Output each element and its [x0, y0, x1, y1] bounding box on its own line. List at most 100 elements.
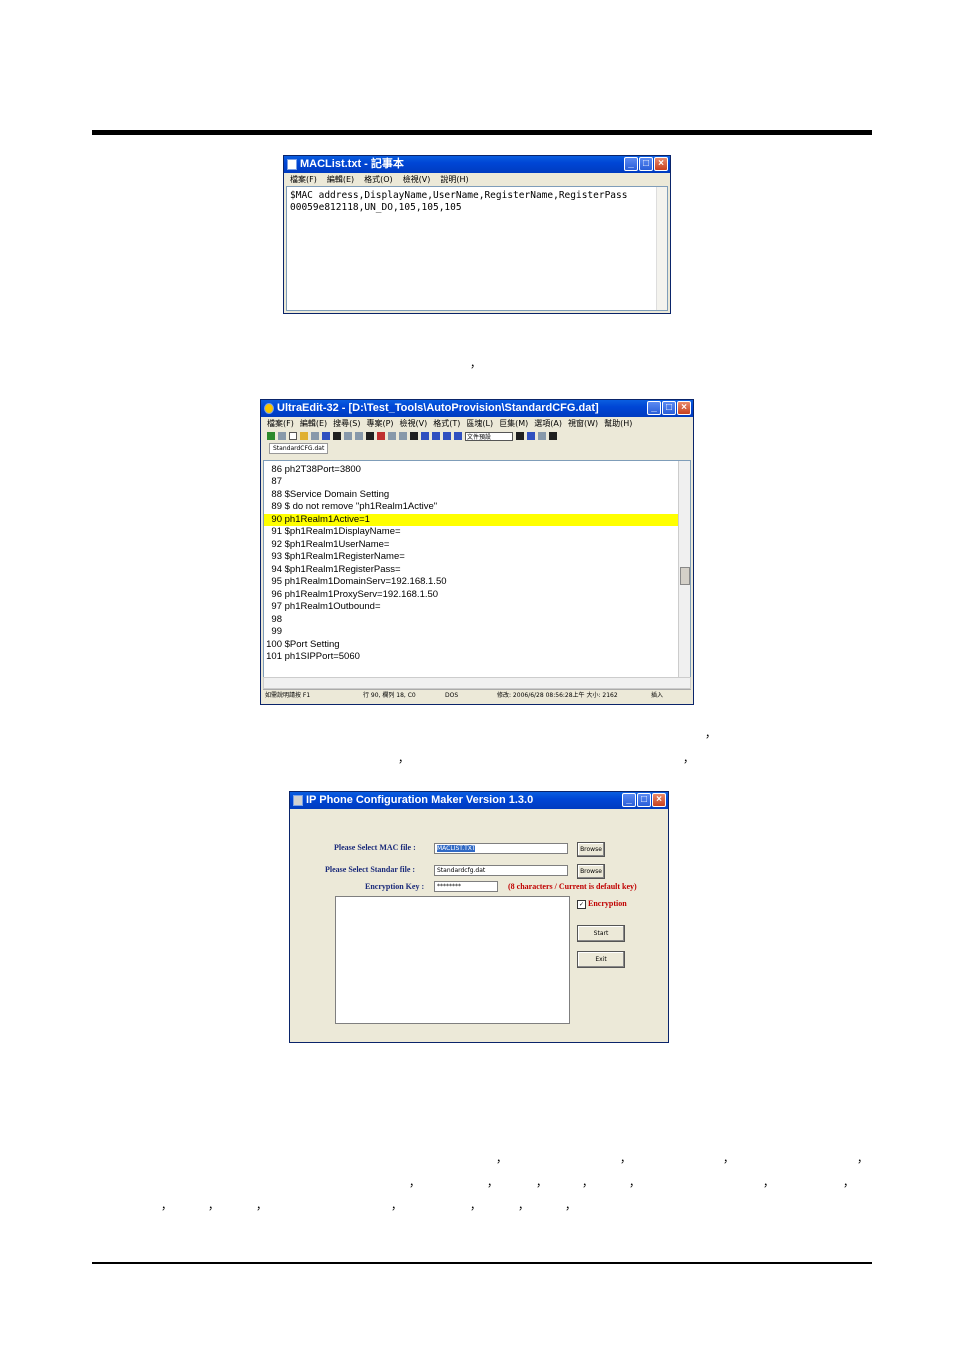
maximize-icon[interactable]: □	[637, 793, 651, 807]
close-icon[interactable]: ×	[677, 401, 691, 415]
text-comma: ，	[763, 1176, 774, 1189]
line-number: 90	[271, 514, 282, 525]
line-number: 95	[271, 576, 282, 587]
open-folder-icon[interactable]	[300, 432, 308, 440]
text-comma: ，	[161, 1199, 172, 1212]
spell-check-icon[interactable]	[355, 432, 363, 440]
back-arrow-icon[interactable]	[267, 432, 275, 440]
line-text: ph1Realm1ProxyServ=192.168.1.50	[284, 589, 439, 600]
print-icon[interactable]	[333, 432, 341, 440]
line-number: 91	[271, 526, 282, 537]
menu-project[interactable]: 專案(P)	[366, 417, 393, 430]
text-comma: ，	[857, 1152, 868, 1165]
browse-mac-button[interactable]: Browse	[577, 842, 605, 857]
ultraedit-window: UltraEdit-32 - [D:\Test_Tools\AutoProvis…	[260, 399, 694, 705]
text-comma: ，	[582, 1176, 593, 1189]
standard-file-input[interactable]: Standardcfg.dat	[434, 865, 568, 876]
ip-config-maker-window: IP Phone Configuration Maker Version 1.3…	[289, 791, 669, 1043]
align-right-icon[interactable]	[443, 432, 451, 440]
scrollbar-thumb[interactable]	[680, 567, 690, 585]
close-icon[interactable]: ×	[652, 793, 666, 807]
copy-icon[interactable]	[399, 432, 407, 440]
text-comma: ，	[496, 1152, 507, 1165]
file-tab[interactable]: StandardCFG.dat	[269, 443, 329, 454]
encoding-select[interactable]: 文件預設	[465, 431, 513, 441]
vertical-scrollbar[interactable]	[678, 461, 690, 677]
browse-standard-button[interactable]: Browse	[577, 864, 605, 879]
menu-file[interactable]: 檔案(F)	[290, 173, 317, 186]
find-icon[interactable]	[516, 432, 524, 440]
save-icon[interactable]	[322, 432, 330, 440]
mac-file-input[interactable]: MACLIST.TXT	[434, 843, 568, 854]
text-comma: ，	[256, 1199, 267, 1212]
maximize-icon[interactable]: □	[639, 157, 653, 171]
mac-file-label: Please Select MAC file :	[334, 843, 416, 852]
text-comma: ，	[398, 752, 409, 765]
menu-help[interactable]: 幫助(H)	[604, 417, 632, 430]
line-number: 99	[271, 626, 282, 637]
justify-icon[interactable]	[454, 432, 462, 440]
ultraedit-toolbar: 文件預設	[261, 430, 693, 442]
output-log-area[interactable]	[335, 896, 570, 1024]
find-next-icon[interactable]	[527, 432, 535, 440]
menu-format[interactable]: 格式(T)	[433, 417, 460, 430]
menu-view[interactable]: 檢視(V)	[403, 173, 431, 186]
status-modified: 修改: 2006/6/28 08:56:28上午 大小: 2162	[497, 692, 618, 699]
cut-icon[interactable]	[388, 432, 396, 440]
minimize-icon[interactable]: _	[647, 401, 661, 415]
notepad-titlebar[interactable]: MACList.txt - 記事本 _ □ ×	[284, 156, 670, 173]
menu-format[interactable]: 格式(O)	[364, 173, 393, 186]
ultraedit-icon	[264, 403, 274, 414]
text-comma: ，	[391, 1199, 402, 1212]
forward-arrow-icon[interactable]	[278, 432, 286, 440]
line-number: 96	[271, 589, 282, 600]
menu-window[interactable]: 視窗(W)	[568, 417, 598, 430]
ip-config-titlebar[interactable]: IP Phone Configuration Maker Version 1.3…	[290, 792, 668, 809]
print-preview-icon[interactable]	[344, 432, 352, 440]
notepad-scrollbar[interactable]	[656, 187, 667, 310]
browser-view-icon[interactable]	[549, 432, 557, 440]
maximize-icon[interactable]: □	[662, 401, 676, 415]
minimize-icon[interactable]: _	[622, 793, 636, 807]
replace-icon[interactable]	[538, 432, 546, 440]
menu-search[interactable]: 搜尋(S)	[333, 417, 360, 430]
line-number: 89	[271, 501, 282, 512]
encryption-checkbox[interactable]: ✓	[577, 900, 586, 909]
ultraedit-editor[interactable]: 86 ph2T38Port=3800 87 88 $Service Domain…	[263, 460, 691, 678]
new-file-icon[interactable]	[289, 432, 297, 440]
ultraedit-title: UltraEdit-32 - [D:\Test_Tools\AutoProvis…	[277, 402, 599, 414]
close-file-icon[interactable]	[311, 432, 319, 440]
notepad-icon	[287, 159, 297, 170]
menu-macro[interactable]: 巨集(M)	[499, 417, 528, 430]
hex-mode-icon[interactable]	[366, 432, 374, 440]
text-comma: ，	[629, 1176, 640, 1189]
text-comma: ，	[470, 1199, 481, 1212]
align-center-icon[interactable]	[432, 432, 440, 440]
code-line: 88 $Service Domain Setting	[264, 489, 678, 501]
notepad-menubar: 檔案(F) 編輯(E) 格式(O) 檢視(V) 說明(H)	[284, 173, 670, 186]
code-line: 87	[264, 476, 678, 488]
code-line: 92 $ph1Realm1UserName=	[264, 539, 678, 551]
menu-block[interactable]: 區塊(L)	[466, 417, 493, 430]
paste-icon[interactable]	[410, 432, 418, 440]
menu-edit[interactable]: 編輯(E)	[327, 173, 354, 186]
menu-edit[interactable]: 編輯(E)	[300, 417, 327, 430]
menu-file[interactable]: 檔案(F)	[267, 417, 294, 430]
column-mode-icon[interactable]	[377, 432, 385, 440]
line-text: ph1Realm1DomainServ=192.168.1.50	[284, 576, 447, 587]
menu-view[interactable]: 檢視(V)	[400, 417, 428, 430]
exit-button[interactable]: Exit	[577, 951, 625, 968]
notepad-text-area[interactable]: $MAC address,DisplayName,UserName,Regist…	[286, 186, 668, 311]
encryption-key-input[interactable]: ********	[434, 881, 498, 892]
close-icon[interactable]: ×	[654, 157, 668, 171]
code-line: 98	[264, 614, 678, 626]
menu-options[interactable]: 選項(A)	[534, 417, 562, 430]
menu-help[interactable]: 說明(H)	[440, 173, 468, 186]
line-text: ph1Realm1Outbound=	[284, 601, 381, 612]
start-button[interactable]: Start	[577, 925, 625, 942]
ultraedit-titlebar[interactable]: UltraEdit-32 - [D:\Test_Tools\AutoProvis…	[261, 400, 693, 417]
mac-file-value: MACLIST.TXT	[437, 845, 476, 852]
align-left-icon[interactable]	[421, 432, 429, 440]
minimize-icon[interactable]: _	[624, 157, 638, 171]
horizontal-scrollbar[interactable]	[263, 677, 691, 689]
